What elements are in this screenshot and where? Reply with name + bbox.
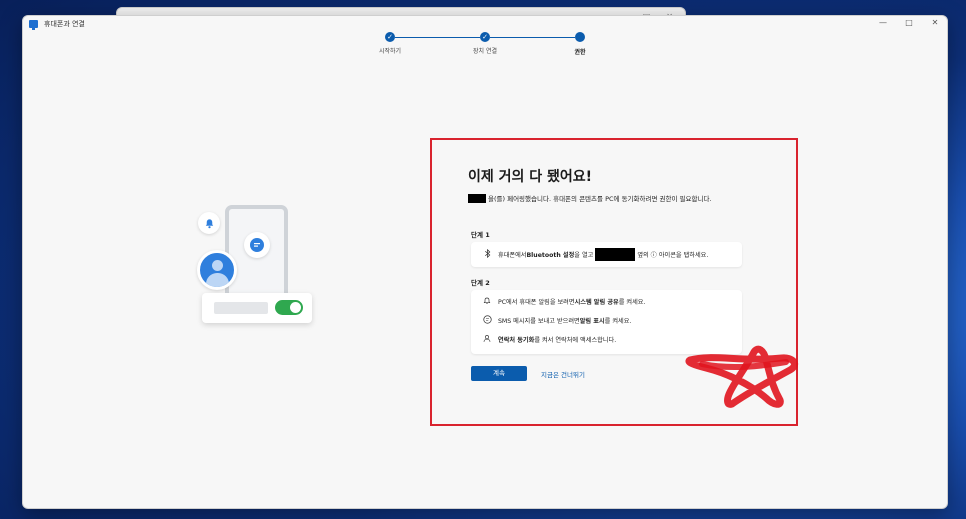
step1-card: 휴대폰에서 Bluetooth 설정 을 열고 옆의 ⓘ 아이콘을 탭하세요. xyxy=(471,242,742,267)
step-check-icon: ✓ xyxy=(385,32,395,42)
toggle-card-graphic xyxy=(202,293,312,323)
continue-button[interactable]: 계속 xyxy=(471,366,527,381)
list-item: PC에서 휴대폰 알림을 보려면 시스템 알림 공유 를 켜세요. xyxy=(471,292,742,311)
maximize-button[interactable]: □ xyxy=(903,18,915,27)
skip-link[interactable]: 지금은 건너뛰기 xyxy=(541,369,585,379)
step-label-permission: 권한 xyxy=(574,49,586,56)
window-controls: — □ ✕ xyxy=(877,18,941,27)
step-connector xyxy=(490,36,575,38)
bell-icon xyxy=(481,297,493,307)
step-check-icon: ✓ xyxy=(480,32,490,42)
person-icon xyxy=(481,334,493,345)
step-connector xyxy=(395,36,480,38)
page-title: 이제 거의 다 됐어요! xyxy=(468,169,593,185)
step1-title: 단계 1 xyxy=(471,231,490,239)
message-icon xyxy=(244,232,270,258)
step2-title: 단계 2 xyxy=(471,279,490,287)
redacted-device-name xyxy=(595,248,636,261)
close-button[interactable]: ✕ xyxy=(929,18,941,27)
step-label-connect: 장치 연결 xyxy=(473,48,497,55)
contact-avatar-icon xyxy=(197,250,237,290)
phone-illustration xyxy=(170,195,320,345)
intro-text: 을(를) 페어링했습니다. 휴대폰의 콘텐츠를 PC에 동기화하려면 권한이 필… xyxy=(468,193,712,203)
toggle-on-icon xyxy=(275,300,303,315)
list-item: 휴대폰에서 Bluetooth 설정 을 열고 옆의 ⓘ 아이콘을 탭하세요. xyxy=(471,245,742,264)
phone-link-app-icon xyxy=(29,20,38,30)
bluetooth-icon xyxy=(481,248,493,260)
progress-stepper: ✓ ✓ 시작하기 장치 연결 권한 xyxy=(362,32,586,72)
bell-icon xyxy=(198,212,220,234)
redacted-device-name xyxy=(468,193,486,203)
red-star-scribble xyxy=(685,345,798,408)
step-current-dot-icon xyxy=(575,32,585,42)
minimize-button[interactable]: — xyxy=(877,18,889,27)
step-label-start: 시작하기 xyxy=(378,48,402,55)
message-icon xyxy=(481,315,493,326)
window-title: 휴대폰과 연결 xyxy=(44,20,85,28)
list-item: SMS 메시지를 보내고 받으려면 알림 표시 를 켜세요. xyxy=(471,311,742,330)
title-bar: 휴대폰과 연결 xyxy=(23,16,947,32)
